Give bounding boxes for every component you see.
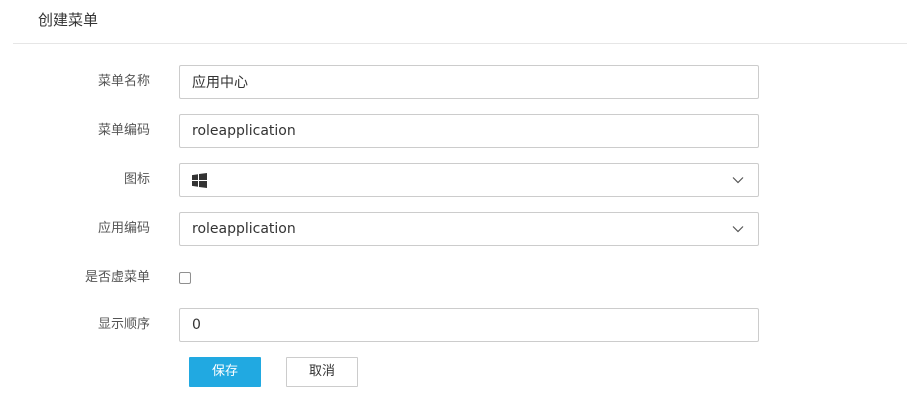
form-actions: 保存 取消	[0, 357, 921, 391]
display-order-input[interactable]	[179, 308, 759, 342]
virtual-menu-label: 是否虚菜单	[84, 270, 150, 285]
form-row-display-order: 显示顺序	[0, 308, 921, 342]
display-order-label: 显示顺序	[97, 317, 150, 332]
virtual-menu-checkbox[interactable]	[179, 272, 191, 284]
app-code-select[interactable]: roleapplication	[179, 212, 759, 246]
chevron-down-icon	[732, 223, 744, 235]
app-code-select-value: roleapplication	[192, 221, 296, 237]
menu-name-label: 菜单名称	[97, 74, 150, 89]
form-row-menu-code: 菜单编码	[0, 114, 921, 148]
form-row-virtual-menu: 是否虚菜单	[0, 261, 921, 295]
title-divider	[13, 43, 907, 44]
chevron-down-icon	[732, 174, 744, 186]
cancel-button[interactable]: 取消	[286, 357, 358, 387]
icon-select[interactable]	[179, 163, 759, 197]
menu-code-input[interactable]	[179, 114, 759, 148]
menu-code-label: 菜单编码	[97, 123, 150, 138]
page-title: 创建菜单	[38, 11, 99, 29]
icon-select-value	[192, 172, 732, 188]
icon-label: 图标	[123, 172, 150, 187]
save-button[interactable]: 保存	[189, 357, 261, 387]
form-row-icon: 图标	[0, 163, 921, 197]
app-code-label: 应用编码	[97, 221, 150, 236]
menu-name-input[interactable]	[179, 65, 759, 99]
form-row-app-code: 应用编码 roleapplication	[0, 212, 921, 246]
form-row-menu-name: 菜单名称	[0, 65, 921, 99]
windows-icon	[192, 172, 207, 188]
